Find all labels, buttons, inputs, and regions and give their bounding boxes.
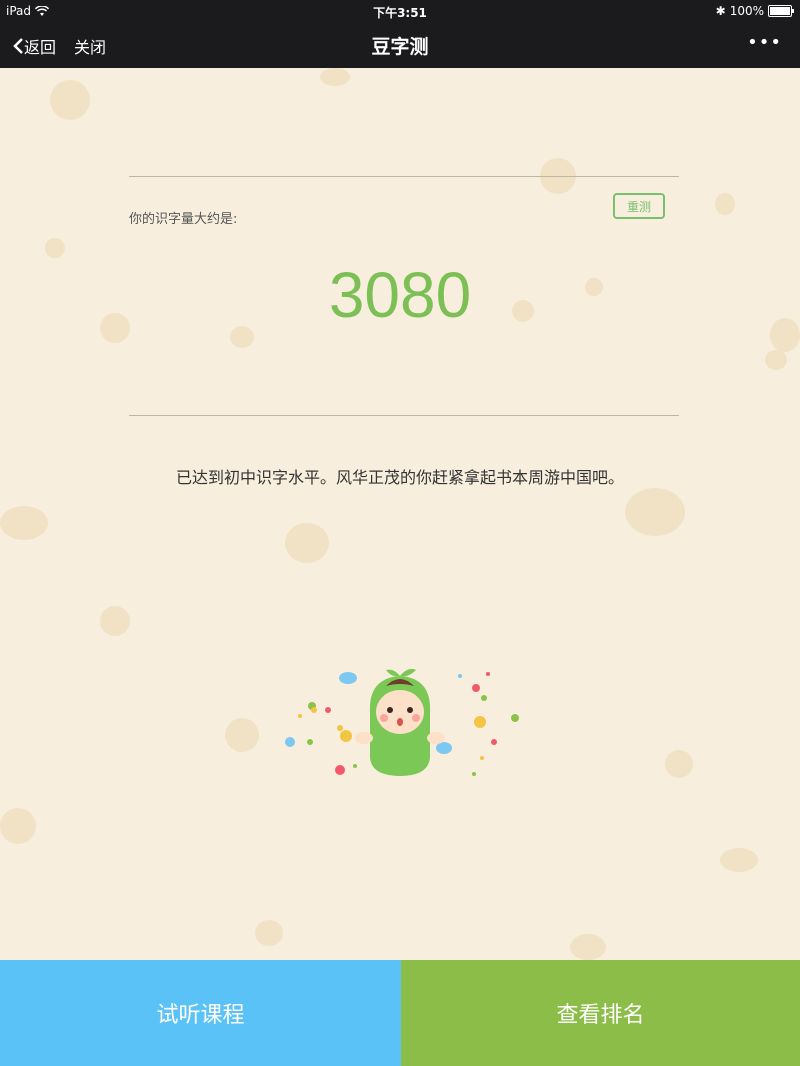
background-spot xyxy=(625,488,685,536)
status-right: ✱ 100% xyxy=(715,4,794,18)
battery-icon xyxy=(768,5,794,17)
main-content: 你的识字量大约是: 重测 3080 已达到初中识字水平。风华正茂的你赶紧拿起书本… xyxy=(0,68,800,960)
battery-percent: 100% xyxy=(729,4,764,18)
background-spot xyxy=(320,68,350,86)
result-description: 已达到初中识字水平。风华正茂的你赶紧拿起书本周游中国吧。 xyxy=(175,468,624,487)
background-spot xyxy=(100,606,130,636)
background-spot xyxy=(50,80,90,120)
background-spot xyxy=(665,750,693,778)
background-spot xyxy=(570,934,606,960)
background-spot xyxy=(720,848,758,872)
bottom-divider xyxy=(129,415,679,416)
background-spot xyxy=(225,718,259,752)
status-time: 下午3:51 xyxy=(373,6,427,20)
background-spot xyxy=(255,920,283,946)
bean-mascot-illustration xyxy=(285,668,519,776)
background-spot xyxy=(45,238,65,258)
view-ranking-button[interactable]: 查看排名 xyxy=(401,960,800,1066)
retest-button[interactable]: 重测 xyxy=(613,193,665,219)
top-divider xyxy=(129,176,679,177)
status-bar: iPad 下午3:51 ✱ 100% xyxy=(0,0,800,22)
score-value: 3080 xyxy=(328,259,472,331)
background-spot xyxy=(0,808,36,844)
bluetooth-icon: ✱ xyxy=(715,4,726,18)
trial-course-button[interactable]: 试听课程 xyxy=(0,960,401,1066)
background-spot xyxy=(765,350,787,370)
background-spot xyxy=(0,506,48,540)
more-button[interactable]: ••• xyxy=(747,32,782,53)
background-spot xyxy=(285,523,329,563)
score-label: 你的识字量大约是: xyxy=(129,212,238,227)
background-spot xyxy=(715,193,735,215)
page-title: 豆字测 xyxy=(371,36,429,58)
nav-bar: 返回 关闭 豆字测 ••• xyxy=(0,22,800,68)
